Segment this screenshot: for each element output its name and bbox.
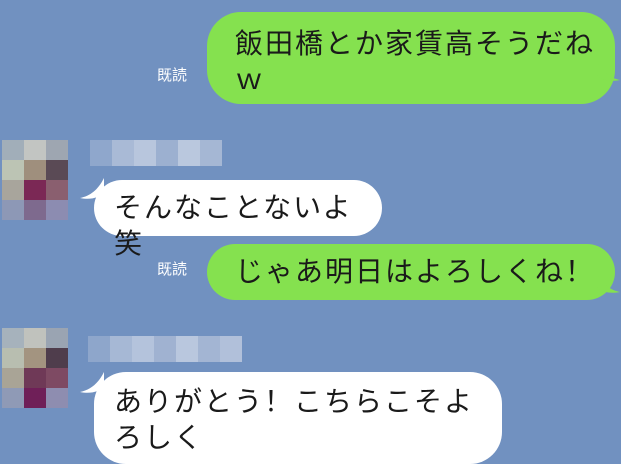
received-message-bubble[interactable]: そんなことないよ笑 xyxy=(94,180,382,260)
read-receipt: 既読 xyxy=(157,66,188,84)
sent-message-bubble[interactable]: じゃあ明日はよろしくね！ xyxy=(207,244,615,300)
bubble-tail xyxy=(596,272,620,293)
avatar[interactable] xyxy=(2,328,68,408)
message-text: 飯田橋とか家賃高そうだね ｗ xyxy=(235,27,596,96)
message-text: ありがとう！こちらこそよ ろしく xyxy=(114,385,475,454)
sent-message-bubble[interactable]: 飯田橋とか家賃高そうだね ｗ xyxy=(207,12,615,104)
message-text: じゃあ明日はよろしくね！ xyxy=(235,255,596,288)
bubble-tail xyxy=(596,60,620,81)
sender-name-blurred xyxy=(90,140,222,166)
sender-name-blurred xyxy=(88,336,242,362)
read-receipt: 既読 xyxy=(157,260,188,278)
avatar[interactable] xyxy=(2,140,68,220)
received-message-bubble[interactable]: ありがとう！こちらこそよ ろしく xyxy=(94,372,502,464)
